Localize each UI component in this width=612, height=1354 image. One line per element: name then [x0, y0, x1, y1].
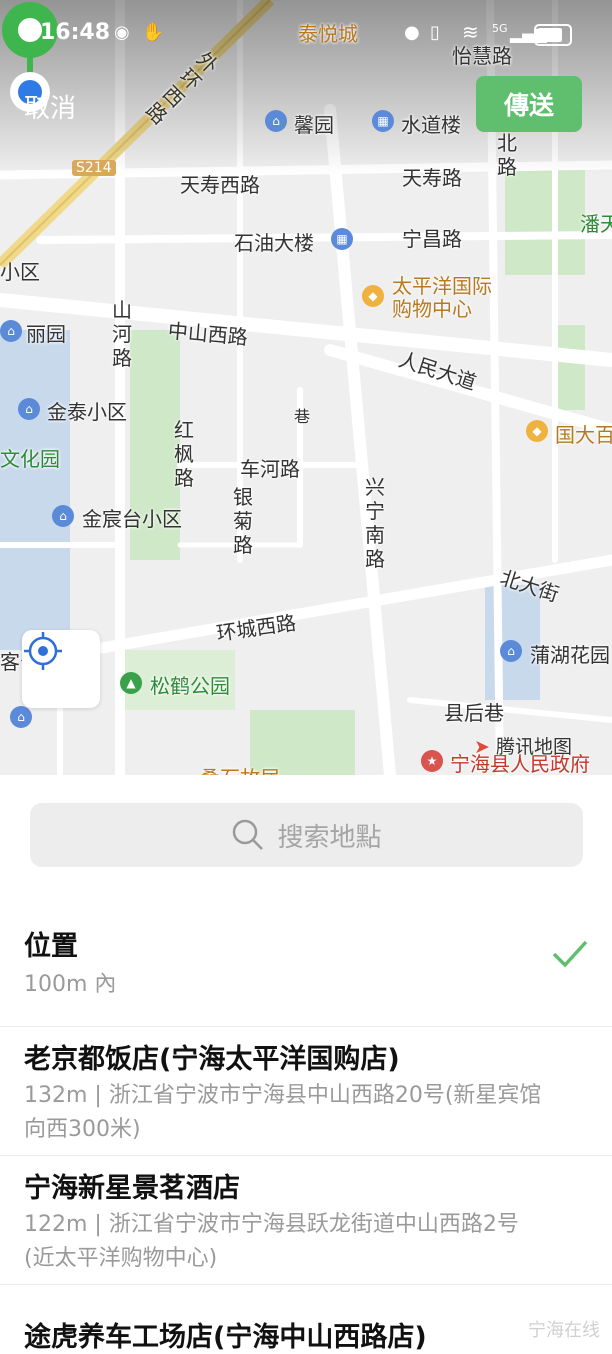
poi-liyuan[interactable]: 丽园 [26, 318, 66, 347]
shopping-icon: ◆ [362, 285, 384, 307]
building-icon: ▦ [331, 228, 353, 250]
road-label: 红枫路 [174, 418, 194, 490]
send-button[interactable]: 傳送 [476, 76, 582, 132]
park-icon: ▲ [120, 672, 142, 694]
poi-jintai[interactable]: 金泰小区 [47, 396, 127, 425]
compass-icon: ➤ [474, 736, 490, 758]
road-label: 北路 [497, 131, 517, 179]
list-item-title: 途虎养车工场店(宁海中山西路店) [24, 1322, 427, 1353]
list-item[interactable]: 宁海新星景茗酒店 122m | 浙江省宁波市宁海县跃龙街道中山西路2号(近太平洋… [0, 1156, 612, 1285]
road-label: 天寿西路 [180, 173, 260, 197]
search-input[interactable]: 搜索地點 [30, 803, 583, 867]
poi-xinyuan[interactable]: 馨园 [294, 109, 334, 138]
list-item-title: 宁海新星景茗酒店 [24, 1173, 240, 1204]
list-item-subtitle: 100m 內 [24, 972, 117, 997]
list-item-selected[interactable]: 位置 100m 內 [0, 898, 612, 1027]
road-label: 山河路 [112, 298, 132, 370]
poi-jinchen[interactable]: 金宸台小区 [82, 503, 182, 532]
poi-xiaoqu[interactable]: 小区 [0, 256, 40, 285]
checkmark-icon [552, 940, 588, 968]
list-item[interactable]: 老京都饭店(宁海太平洋国购店) 132m | 浙江省宁波市宁海县中山西路20号(… [0, 1027, 612, 1156]
list-item-title: 老京都饭店(宁海太平洋国购店) [24, 1044, 400, 1075]
crosshair-icon [24, 632, 62, 670]
vibrate-icon: ▯ [430, 22, 440, 43]
poi-songhe[interactable]: 松鹤公园 [150, 670, 230, 699]
road-label: 天寿路 [402, 166, 462, 190]
network-type: 5G [492, 22, 508, 35]
attribution-text: 腾讯地图 [495, 736, 572, 758]
my-location-button[interactable] [22, 630, 100, 708]
search-icon [233, 819, 264, 850]
poi-taipingyang-2: 购物中心 [392, 297, 472, 321]
hand-icon: ✋ [142, 22, 165, 43]
list-item-subtitle: 132m | 浙江省宁波市宁海县中山西路20号(新星宾馆向西300米) [24, 1083, 542, 1142]
poi-pan[interactable]: 潘天 [580, 208, 612, 237]
residence-icon: ⌂ [52, 505, 74, 527]
poi-puhu[interactable]: 蒲湖花园 [530, 639, 610, 668]
road-label: 兴宁南路 [365, 475, 385, 571]
status-time: 16:48 [40, 20, 111, 45]
residence-icon: ⌂ [500, 640, 522, 662]
poi-wenhuayuan[interactable]: 文化园 [0, 443, 60, 472]
road-label: 宁昌路 [402, 227, 462, 251]
residence-icon: ⌂ [265, 110, 287, 132]
voice-icon: ◉ [114, 22, 130, 43]
highway-shield: S214 [72, 160, 116, 176]
map-attribution: ➤ 腾讯地图 [474, 732, 572, 759]
government-icon: ★ [421, 750, 443, 772]
poi-guodabai[interactable]: 国大百 [555, 419, 612, 448]
list-item-subtitle: 122m | 浙江省宁波市宁海县跃龙街道中山西路2号(近太平洋购物中心) [24, 1212, 519, 1271]
residence-icon: ⌂ [18, 398, 40, 420]
road-label: 巷 [294, 407, 311, 426]
wifi-icon: ≋ [462, 20, 479, 44]
road-label: 银菊路 [233, 485, 253, 557]
poi-shiyou[interactable]: 石油大楼 [234, 227, 314, 256]
search-placeholder: 搜索地點 [277, 822, 382, 853]
residence-icon: ⌂ [10, 706, 32, 728]
residence-icon: ⌂ [0, 320, 22, 342]
building-icon: ▦ [372, 110, 394, 132]
poi-shuidao[interactable]: 水道楼 [401, 109, 461, 138]
list-item-title: 位置 [24, 931, 78, 962]
cancel-button[interactable]: 取消 [24, 88, 76, 125]
location-status-icon: ● [404, 22, 420, 43]
road-label: 车河路 [240, 457, 300, 481]
status-bar: 16:48 ◉ ✋ ● ▯ ≋ 5G ▂▄▆ [0, 0, 612, 70]
poi-cut[interactable]: 桑石故居 [200, 762, 280, 775]
battery-icon [534, 24, 572, 46]
watermark: 宁海在线 [528, 1320, 600, 1341]
shopping-icon: ◆ [526, 420, 548, 442]
list-item[interactable]: 途虎养车工场店(宁海中山西路店) [0, 1285, 612, 1353]
road-label: 县后巷 [444, 701, 504, 725]
